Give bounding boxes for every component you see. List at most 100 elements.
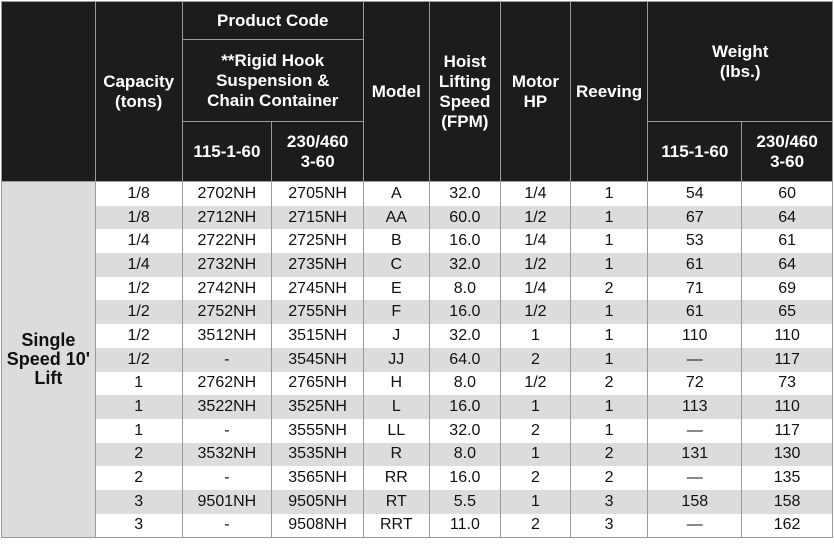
lifting-speed-cell: 11.0 — [428, 513, 502, 539]
reeving-cell: 2 — [569, 276, 649, 301]
product-code-header: Product Code — [181, 1, 365, 40]
weight-230-cell: 61 — [741, 229, 833, 254]
capacity-cell: 3 — [94, 489, 183, 514]
model-header: Model — [363, 1, 430, 182]
hoist-spec-table: Capacity (tons) Product Code Model Hoist… — [1, 1, 833, 539]
product-code-115-cell: 2762NH — [181, 371, 273, 396]
corner-header-cell — [1, 1, 96, 182]
motor-hp-cell: 1 — [500, 489, 571, 514]
product-code-230-cell: 9508NH — [271, 513, 365, 539]
lifting-speed-cell: 16.0 — [428, 229, 502, 254]
reeving-cell: 1 — [569, 347, 649, 372]
table-row: 1/2-3545NH JJ 64.0 2 1—117 — [2, 347, 833, 372]
weight-115-cell: — — [647, 466, 743, 490]
model-cell: B — [363, 229, 430, 254]
weight-115-cell: 61 — [647, 253, 743, 277]
weight-230-cell: 65 — [741, 300, 833, 325]
model-cell: RT — [363, 489, 430, 514]
weight-115-cell: 110 — [647, 324, 743, 348]
reeving-cell: 1 — [569, 418, 649, 443]
lifting-speed-cell: 5.5 — [428, 489, 502, 514]
weight-230-cell: 69 — [741, 276, 833, 301]
lifting-speed-cell: 32.0 — [428, 418, 502, 443]
weight-115-cell: — — [647, 418, 743, 443]
weight-115-cell: 131 — [647, 442, 743, 467]
motor-hp-cell: 2 — [500, 466, 571, 490]
reeving-cell: 3 — [569, 489, 649, 514]
reeving-cell: 1 — [569, 395, 649, 419]
capacity-cell: 1/2 — [94, 324, 183, 348]
table-row: 1 2762NH 2765NH H 8.0 1/2 2 72 73 — [2, 371, 833, 396]
table-row: 1/2 2752NH 2755NH F 16.0 1/2 1 61 65 — [2, 300, 833, 325]
reeving-cell: 1 — [569, 253, 649, 277]
motor-hp-cell: 1/4 — [500, 229, 571, 254]
product-code-230-cell: 9505NH — [271, 489, 365, 514]
product-code-230-cell: 3565NH — [271, 466, 365, 490]
reeving-cell: 1 — [569, 300, 649, 325]
weight-230-cell: 158 — [741, 489, 833, 514]
capacity-cell: 1/8 — [94, 205, 183, 230]
product-code-230-cell: 2705NH — [271, 181, 365, 206]
table-row: Single Speed 10' Lift 1/8 2702NH 2705NH A 32.… — [1, 181, 833, 539]
lifting-speed-cell: 60.0 — [428, 205, 502, 230]
model-cell: H — [363, 371, 430, 396]
motor-hp-cell: 2 — [500, 418, 571, 443]
model-cell: JJ — [363, 347, 430, 372]
product-code-230-cell: 3555NH — [271, 418, 365, 443]
capacity-cell: 2 — [94, 442, 183, 467]
reeving-cell: 1 — [569, 229, 649, 254]
reeving-cell: 1 — [569, 205, 649, 230]
motor-hp-cell: 2 — [500, 347, 571, 372]
product-code-115-cell: - — [181, 347, 273, 372]
model-cell: RR — [363, 466, 430, 490]
weight-230-cell: 162 — [741, 513, 833, 539]
table-row: 2-3565NH RR 16.0 2 2—135 — [2, 466, 833, 490]
capacity-cell: 1 — [94, 371, 183, 396]
product-code-230-cell: 2745NH — [271, 276, 365, 301]
table-row: 1/2 3512NH 3515NH J 32.0 1 1 110 110 — [2, 324, 833, 348]
motor-hp-cell: 1/2 — [500, 300, 571, 325]
table-row: 1/8 2712NH 2715NH AA 60.0 1/2 1 67 64 — [2, 205, 833, 230]
motor-hp-cell: 1/2 — [500, 205, 571, 230]
product-code-115-cell: - — [181, 513, 273, 539]
product-code-230-cell: 3515NH — [271, 324, 365, 348]
capacity-cell: 1 — [94, 418, 183, 443]
weight-115-cell: 61 — [647, 300, 743, 325]
product-code-230-header: 230/460 3-60 — [271, 121, 365, 182]
weight-230-cell: 73 — [741, 371, 833, 396]
table-row: 1/4 2722NH 2725NH B 16.0 1/4 1 53 61 — [2, 229, 833, 254]
weight-115-cell: — — [647, 513, 743, 539]
product-code-230-cell: 3535NH — [271, 442, 365, 467]
model-cell: L — [363, 395, 430, 419]
lifting-speed-cell: 8.0 — [428, 371, 502, 396]
model-cell: A — [363, 181, 430, 206]
product-code-115-cell: 2712NH — [181, 205, 273, 230]
product-code-115-cell: - — [181, 418, 273, 443]
product-code-230-cell: 2755NH — [271, 300, 365, 325]
product-code-115-cell: - — [181, 466, 273, 490]
capacity-cell: 2 — [94, 466, 183, 490]
product-code-115-cell: 3512NH — [181, 324, 273, 348]
motor-hp-cell: 1/2 — [500, 371, 571, 396]
rigid-hook-header: **Rigid Hook Suspension & Chain Containe… — [181, 39, 365, 122]
model-cell: RRT — [363, 513, 430, 539]
lifting-speed-cell: 8.0 — [428, 276, 502, 301]
product-code-115-cell: 2732NH — [181, 253, 273, 277]
reeving-cell: 3 — [569, 513, 649, 539]
lifting-speed-cell: 8.0 — [428, 442, 502, 467]
motor-hp-cell: 1/4 — [500, 276, 571, 301]
model-cell: R — [363, 442, 430, 467]
product-code-230-cell: 3545NH — [271, 347, 365, 372]
weight-230-cell: 130 — [741, 442, 833, 467]
table-row: 1/2 2742NH 2745NH E 8.0 1/4 2 71 69 — [2, 276, 833, 301]
product-code-115-cell: 3522NH — [181, 395, 273, 419]
product-code-115-cell: 3532NH — [181, 442, 273, 467]
model-cell: C — [363, 253, 430, 277]
model-cell: AA — [363, 205, 430, 230]
weight-115-cell: 67 — [647, 205, 743, 230]
table-row: 3-9508NH RRT 11.0 2 3—162 — [2, 513, 833, 539]
model-cell: LL — [363, 418, 430, 443]
capacity-cell: 1/8 — [94, 181, 183, 206]
motor-hp-header: Motor HP — [500, 1, 571, 182]
motor-hp-cell: 1 — [500, 395, 571, 419]
